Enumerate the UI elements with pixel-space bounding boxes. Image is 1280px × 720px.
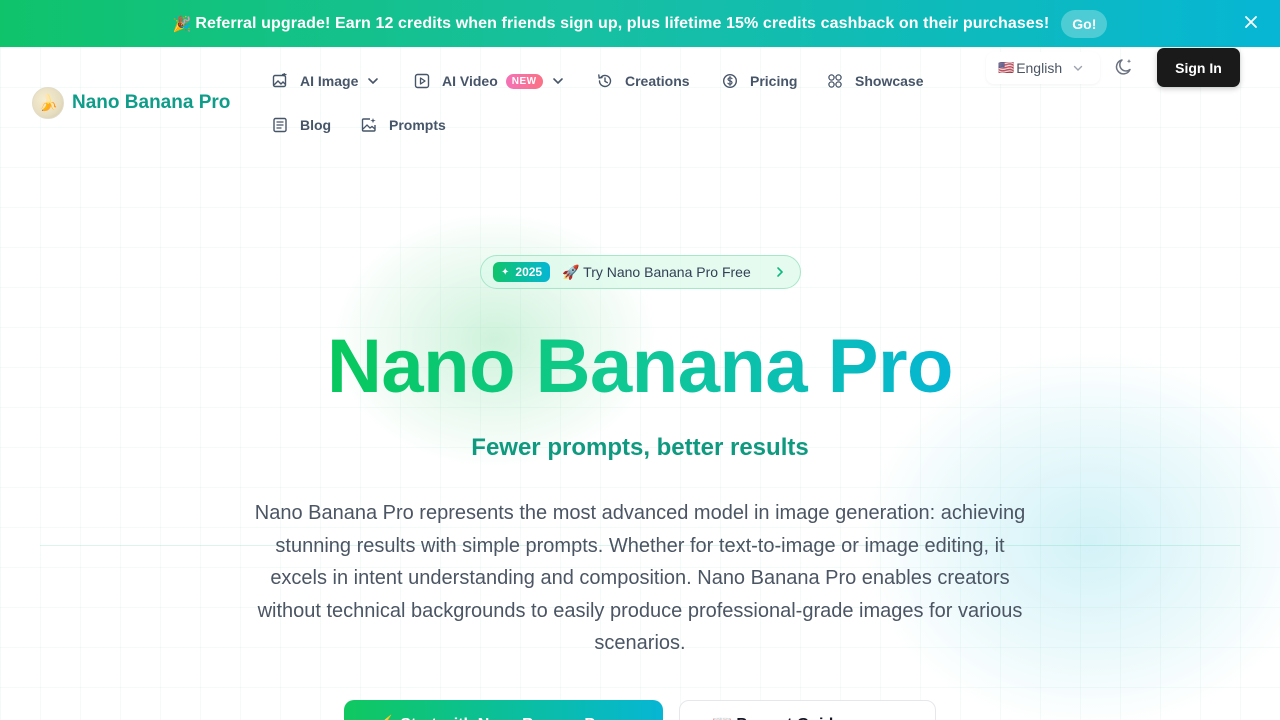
document-icon (273, 117, 287, 133)
nav-label: AI Video (442, 73, 498, 89)
nav-showcase[interactable]: Showcase (827, 69, 923, 93)
chevron-down-icon (552, 78, 563, 85)
history-icon (598, 74, 612, 88)
new-badge: NEW (505, 73, 543, 89)
nav-blog[interactable]: Blog (272, 113, 331, 137)
prompt-guide-button[interactable]: 📖 Prompt Guide (679, 700, 936, 720)
start-button[interactable]: ⚡ Start with Nano Banana Pro (344, 700, 663, 720)
image-edit-icon (272, 73, 287, 88)
nav-ai-image[interactable]: AI Image (272, 69, 380, 93)
hero-subtitle: Fewer prompts, better results (471, 434, 809, 461)
nav-creations[interactable]: Creations (597, 69, 690, 93)
sign-in-button[interactable]: Sign In (1157, 48, 1240, 87)
banana-logo-icon: 🍌 (32, 87, 64, 119)
grid-icon (828, 74, 842, 88)
banner-text: Referral upgrade! Earn 12 credits when f… (195, 14, 1050, 32)
video-play-icon (414, 73, 430, 89)
nav-label: Creations (625, 73, 690, 89)
party-icon: 🎉 (172, 15, 192, 33)
moon-icon[interactable] (1113, 56, 1135, 78)
nav-label: Pricing (750, 73, 798, 89)
us-flag-icon: 🇺🇸 (998, 60, 1015, 75)
chevron-down-icon (368, 78, 379, 85)
nav-label: Prompts (389, 117, 446, 133)
image-sparkle-icon (361, 118, 376, 132)
promo-pill-text: 🚀 Try Nano Banana Pro Free (562, 263, 751, 280)
nav-prompts[interactable]: Prompts (361, 113, 446, 137)
site-header: 🍌 Nano Banana Pro AI Image AI Video NEW … (0, 47, 1280, 157)
logo-text: Nano Banana Pro (72, 92, 231, 113)
nav-label: Blog (300, 117, 332, 133)
nav-label: Showcase (855, 73, 924, 89)
chevron-down-icon (1073, 65, 1083, 71)
close-icon[interactable] (1242, 14, 1260, 32)
year-tag-label: 2025 (515, 265, 543, 279)
language-label: English (1016, 60, 1063, 76)
nav-label: AI Image (300, 73, 359, 89)
coin-icon (722, 73, 738, 89)
hero-description: Nano Banana Pro represents the most adva… (254, 502, 1026, 654)
hero-title: Nano Banana Pro (327, 324, 953, 409)
banner-go-button[interactable]: Go! (1061, 9, 1108, 38)
sparkle-icon: ✦ (501, 266, 510, 278)
nav-pricing[interactable]: Pricing (722, 69, 797, 93)
year-tag: ✦ 2025 (493, 262, 551, 282)
logo[interactable]: 🍌 Nano Banana Pro (32, 87, 230, 119)
nav-ai-video[interactable]: AI Video NEW (414, 69, 565, 93)
language-selector[interactable]: 🇺🇸 English (986, 52, 1100, 84)
referral-banner: 🎉 Referral upgrade! Earn 12 credits when… (0, 0, 1280, 47)
chevron-right-icon (777, 267, 784, 277)
promo-pill[interactable]: ✦ 2025 🚀 Try Nano Banana Pro Free (480, 255, 801, 289)
